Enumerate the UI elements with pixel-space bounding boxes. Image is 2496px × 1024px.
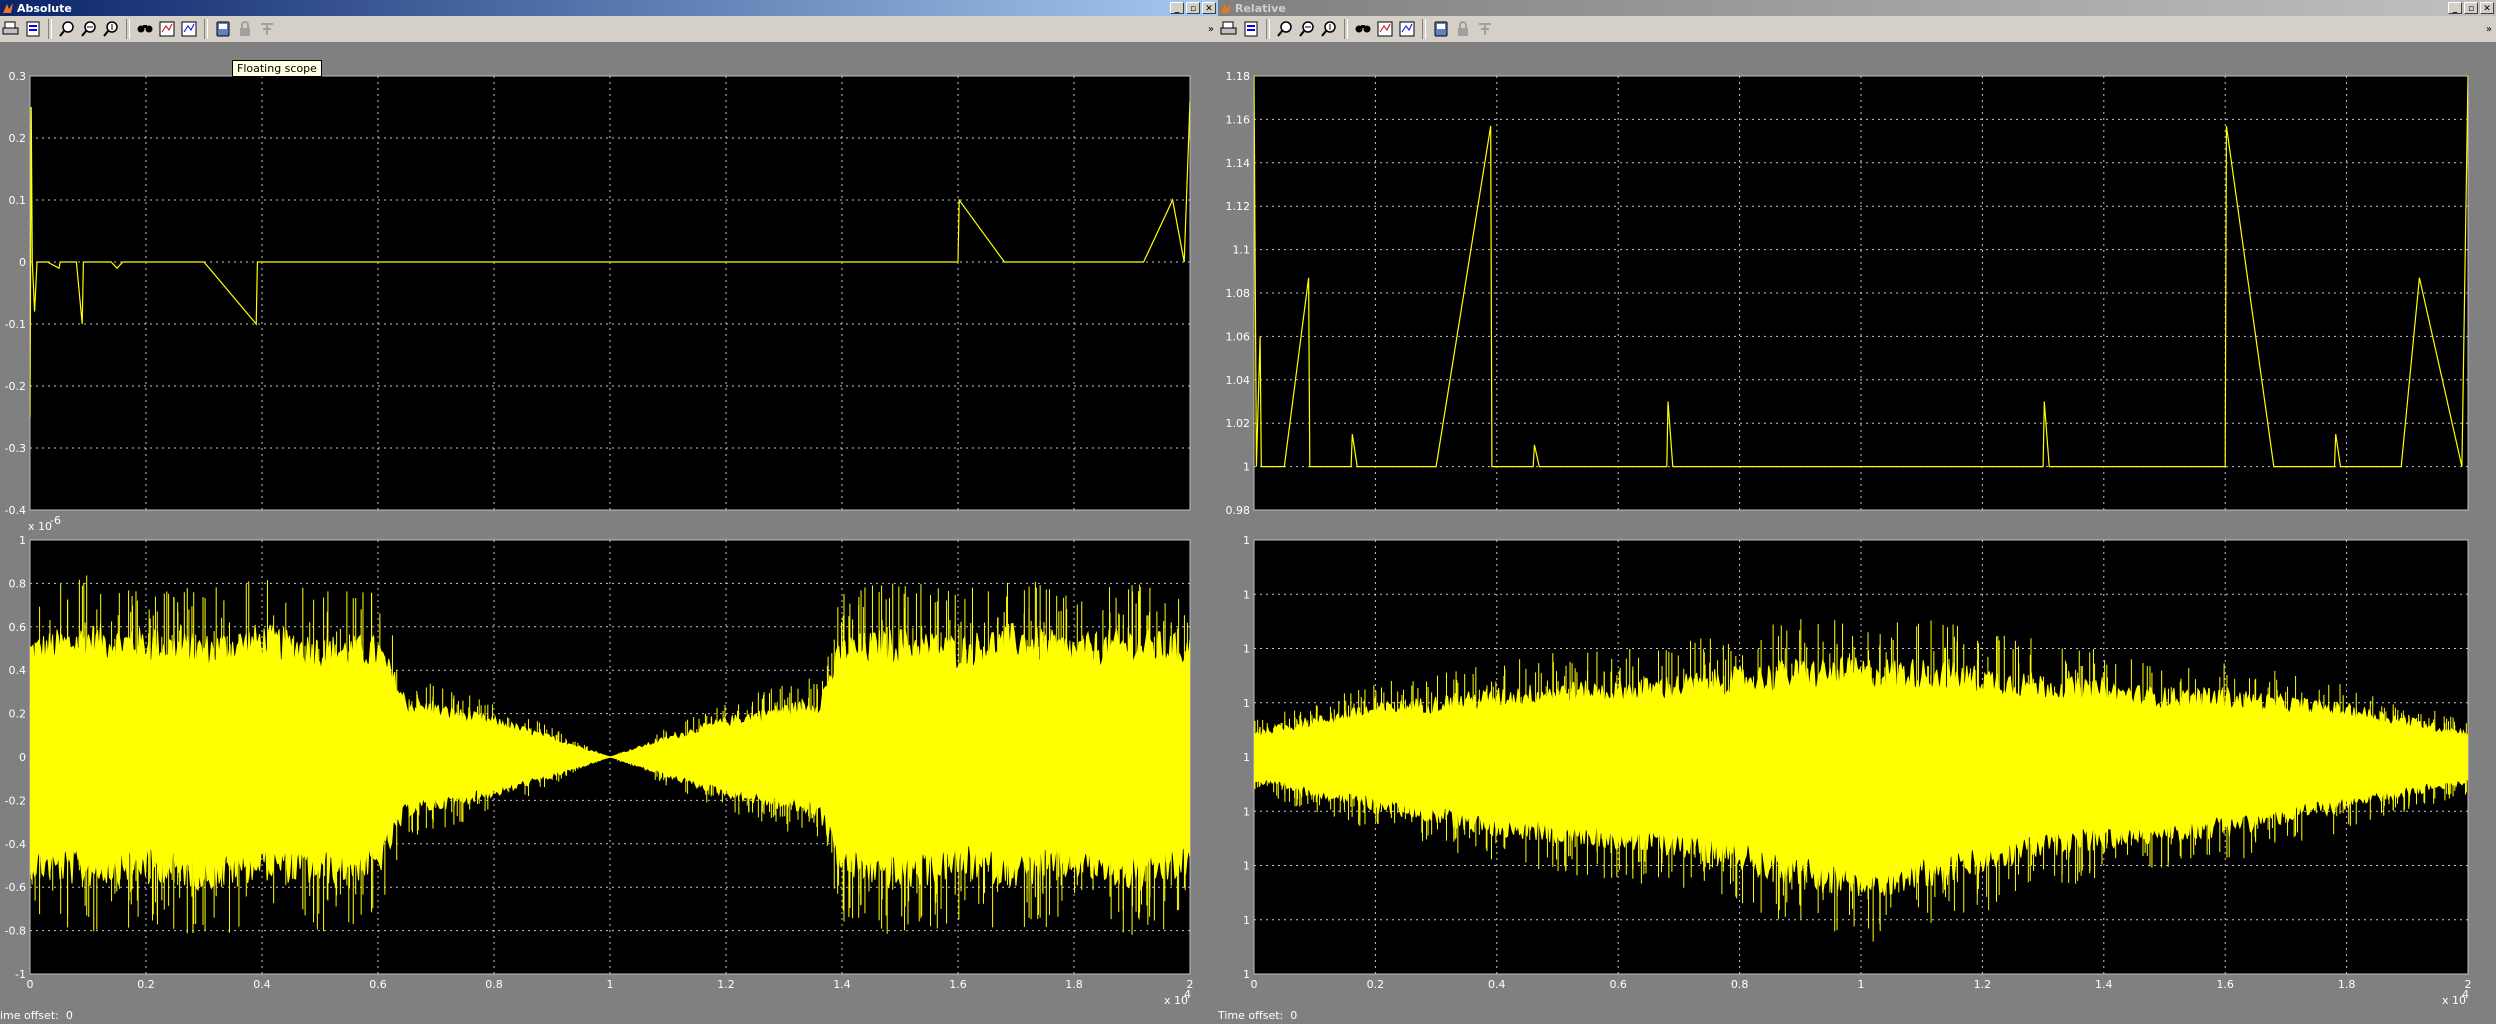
status-time-offset: ime offset: 0 <box>0 1009 73 1022</box>
y-tick-label: 0.4 <box>9 664 27 677</box>
y-tick-label: 1 <box>1243 461 1250 474</box>
tooltip: Floating scope <box>232 60 322 77</box>
x-tick-label: 0.2 <box>1367 978 1385 991</box>
x-tick-label: 1.4 <box>2095 978 2113 991</box>
x-tick-label: 0.8 <box>1731 978 1749 991</box>
y-tick-label: 0.1 <box>9 194 27 207</box>
y-tick-label: 1 <box>1243 860 1250 873</box>
x-tick-label: 0.8 <box>485 978 503 991</box>
x-tick-label: 1.8 <box>1065 978 1083 991</box>
y-tick-label: 0.6 <box>9 621 27 634</box>
y-tick-label: 1.1 <box>1233 244 1251 257</box>
x-tick-label: 0.4 <box>1488 978 1506 991</box>
y-tick-label: 1.08 <box>1226 287 1251 300</box>
time-offset-label: Time offset: <box>1218 1009 1284 1022</box>
y-tick-label: 1.02 <box>1226 417 1251 430</box>
y-tick-label: 1.16 <box>1226 113 1251 126</box>
x-tick-label: 0.6 <box>369 978 387 991</box>
y-tick-label: 1 <box>1243 697 1250 710</box>
y-tick-label: 0 <box>19 751 26 764</box>
x-tick-label: 0.2 <box>137 978 155 991</box>
y-tick-label: 1 <box>1243 588 1250 601</box>
y-tick-label: -0.4 <box>5 838 26 851</box>
status-time-offset: Time offset: 0 <box>1218 1009 1297 1022</box>
axes-bottom: 1111111110 0.2 0.4 0.6 0.8 1 1.2 1.4 1.6 1.8 2x 10… <box>1243 534 2472 1007</box>
axes-top: 1.18 1.16 1.14 1.12 1.1 1.08 1.06 1.04 1.02 1 0.98 <box>1226 70 2469 517</box>
relative-scope-plot[interactable]: 1.18 1.16 1.14 1.12 1.1 1.08 1.06 1.04 1.02 1 0.98… <box>1218 0 2496 1024</box>
y-tick-label: -0.1 <box>5 318 26 331</box>
y-tick-label: -1 <box>15 968 26 981</box>
x-exponent-power: 4 <box>2462 988 2469 1001</box>
axes-top: 0.3 0.2 0.1 0 -0.1 -0.2 -0.3 -0.4 <box>5 70 1191 517</box>
x-tick-label: 0.6 <box>1609 978 1627 991</box>
y-tick-label: 1 <box>1243 805 1250 818</box>
y-tick-label: 1 <box>1243 534 1250 547</box>
x-tick-label: 1.6 <box>949 978 967 991</box>
x-tick-label: 1 <box>607 978 614 991</box>
y-tick-label: 0.2 <box>9 708 27 721</box>
y-tick-label: 1.04 <box>1226 374 1251 387</box>
time-offset-value: 0 <box>65 1009 73 1022</box>
x-tick-label: 1.2 <box>1974 978 1992 991</box>
x-exponent-power: 4 <box>1184 988 1191 1001</box>
x-tick-label: 1.6 <box>2216 978 2234 991</box>
y-tick-label: 1 <box>1243 914 1250 927</box>
x-tick-label: 0 <box>27 978 34 991</box>
x-tick-label: 1.2 <box>717 978 735 991</box>
axes-bottom: 10.80.60.40.20-0.2-0.4-0.6-0.8-10 0.2 0.4 0… <box>5 514 1194 1007</box>
y-tick-label: -0.6 <box>5 881 26 894</box>
y-tick-label: -0.2 <box>5 794 26 807</box>
y-tick-label: 1 <box>1243 968 1250 981</box>
y-exponent-label: x 10 <box>28 520 52 533</box>
x-tick-label: 0 <box>1251 978 1258 991</box>
y-tick-label: 0.3 <box>9 70 27 83</box>
y-tick-label: 0.98 <box>1226 504 1251 517</box>
absolute-scope-plot[interactable]: 0.30.20.10-0.1-0.2-0.3-0.410.80.60.40.20… <box>0 0 1218 1024</box>
time-offset-label: ime offset: <box>0 1009 59 1022</box>
y-tick-label: -0.3 <box>5 442 26 455</box>
y-tick-label: 1 <box>1243 643 1250 656</box>
y-tick-label: 1.12 <box>1226 200 1251 213</box>
y-tick-label: -0.8 <box>5 925 26 938</box>
time-offset-value: 0 <box>1290 1009 1298 1022</box>
x-tick-label: 1.8 <box>2338 978 2356 991</box>
y-tick-label: 0 <box>19 256 26 269</box>
x-tick-label: 1.4 <box>833 978 851 991</box>
y-tick-label: 1 <box>19 534 26 547</box>
x-tick-label: 0.4 <box>253 978 271 991</box>
y-tick-label: 0.2 <box>9 132 27 145</box>
y-tick-label: -0.4 <box>5 504 26 517</box>
y-tick-label: 1.14 <box>1226 157 1251 170</box>
x-tick-label: 1 <box>1858 978 1865 991</box>
y-exponent-power: -6 <box>50 514 61 527</box>
relative-scope-window: Relative _ ▫ ✕ » 1.18 1.16 1.14 1.12 1.1 1.08… <box>1218 0 2496 1024</box>
y-tick-label: 1.06 <box>1226 330 1251 343</box>
y-tick-label: 1.18 <box>1226 70 1251 83</box>
y-tick-label: -0.2 <box>5 380 26 393</box>
y-tick-label: 0.8 <box>9 577 27 590</box>
y-tick-label: 1 <box>1243 751 1250 764</box>
absolute-scope-window: Absolute _ ▫ ✕ » Floating scope 0.3 0.2 0.… <box>0 0 1218 1024</box>
